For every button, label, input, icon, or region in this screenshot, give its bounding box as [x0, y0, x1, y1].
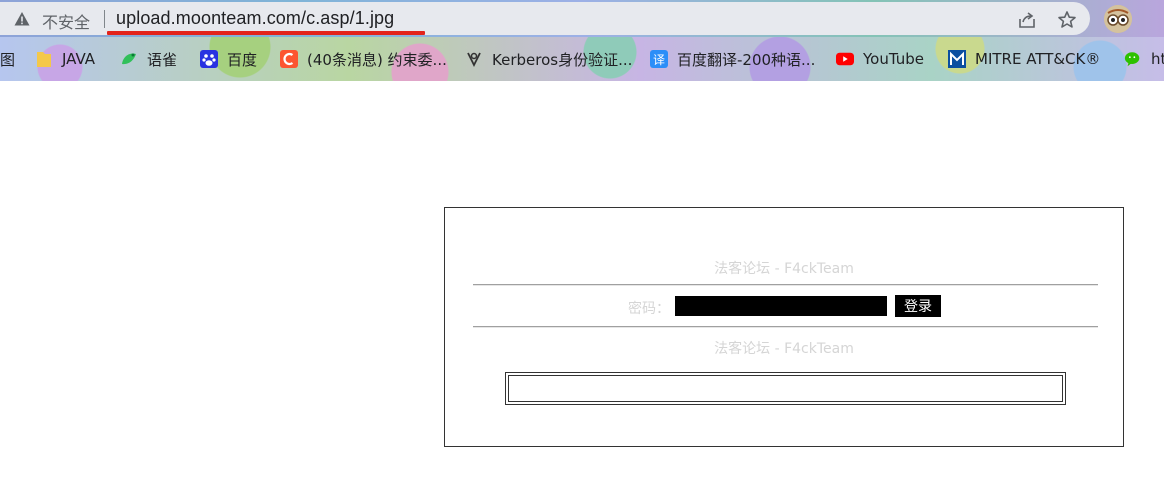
youtube-icon: [836, 50, 854, 68]
url-highlight-underline: [107, 31, 425, 35]
divider: [473, 284, 1098, 286]
bookmark-item[interactable]: 图: [0, 37, 15, 81]
bookmark-label: 语雀: [147, 50, 178, 69]
login-panel: 法客论坛 - F4ckTeam 密码： 登录 法客论坛 - F4ckTeam: [444, 207, 1124, 447]
bookmark-item-mitre[interactable]: MITRE ATT&CK®: [948, 37, 1100, 81]
bookmark-label: (40条消息) 约束委...: [307, 50, 447, 69]
content-frame: [505, 372, 1066, 405]
bookmark-item-youtube[interactable]: YouTube: [836, 37, 924, 81]
bookmark-item-wechat[interactable]: ht: [1124, 37, 1164, 81]
csdn-icon: [280, 50, 298, 68]
password-input[interactable]: [675, 296, 887, 316]
warning-icon[interactable]: [14, 11, 30, 27]
folder-icon: [35, 50, 53, 68]
bookmark-item-yuque[interactable]: 语雀: [120, 37, 177, 81]
avatar-icon: [1104, 5, 1132, 33]
security-status[interactable]: 不安全: [42, 9, 90, 33]
bookmark-star-icon[interactable]: [1057, 10, 1077, 30]
bookmark-label: Kerberos身份验证...: [492, 50, 633, 69]
bookmark-label: YouTube: [863, 50, 924, 68]
site-title-bottom: 法客论坛 - F4ckTeam: [714, 341, 854, 357]
bookmark-label: MITRE ATT&CK®: [975, 50, 1101, 68]
baidu-icon: [200, 50, 218, 68]
mitre-icon: [948, 50, 966, 68]
share-icon[interactable]: [1017, 10, 1037, 30]
divider: [473, 326, 1098, 328]
bookmarks-bar: 图 JAVA 语雀 百度 (40条消息) 约束委... Kerberos身份验证…: [0, 37, 1164, 81]
content-frame-inner: [508, 375, 1063, 402]
bookmark-folder-java[interactable]: JAVA: [35, 37, 95, 81]
bookmark-item-translate[interactable]: 译 百度翻译-200种语...: [650, 37, 815, 81]
bookmark-item-kerberos[interactable]: Kerberos身份验证...: [465, 37, 632, 81]
browser-toolbar: 不安全 upload.moonteam.com/c.asp/1.jpg: [0, 0, 1164, 37]
url-text[interactable]: upload.moonteam.com/c.asp/1.jpg: [116, 8, 394, 29]
bookmark-item-csdn[interactable]: (40条消息) 约束委...: [280, 37, 447, 81]
svg-text:译: 译: [653, 53, 665, 67]
bookmark-label: ht: [1151, 50, 1164, 68]
wechat-icon: [1124, 50, 1142, 68]
site-title-top: 法客论坛 - F4ckTeam: [714, 261, 854, 277]
yuque-icon: [120, 50, 138, 68]
separator: [104, 10, 105, 28]
profile-avatar[interactable]: [1104, 5, 1132, 33]
bookmark-label: JAVA: [62, 50, 96, 68]
bookmark-label: 百度: [227, 50, 258, 69]
bookmark-label: 百度翻译-200种语...: [677, 50, 816, 69]
translate-icon: 译: [650, 50, 668, 68]
bookmark-item-baidu[interactable]: 百度: [200, 37, 257, 81]
login-button[interactable]: 登录: [895, 295, 941, 317]
bookmark-label: 图: [0, 50, 16, 69]
kerberos-icon: [465, 50, 483, 68]
password-label: 密码：: [628, 301, 670, 317]
